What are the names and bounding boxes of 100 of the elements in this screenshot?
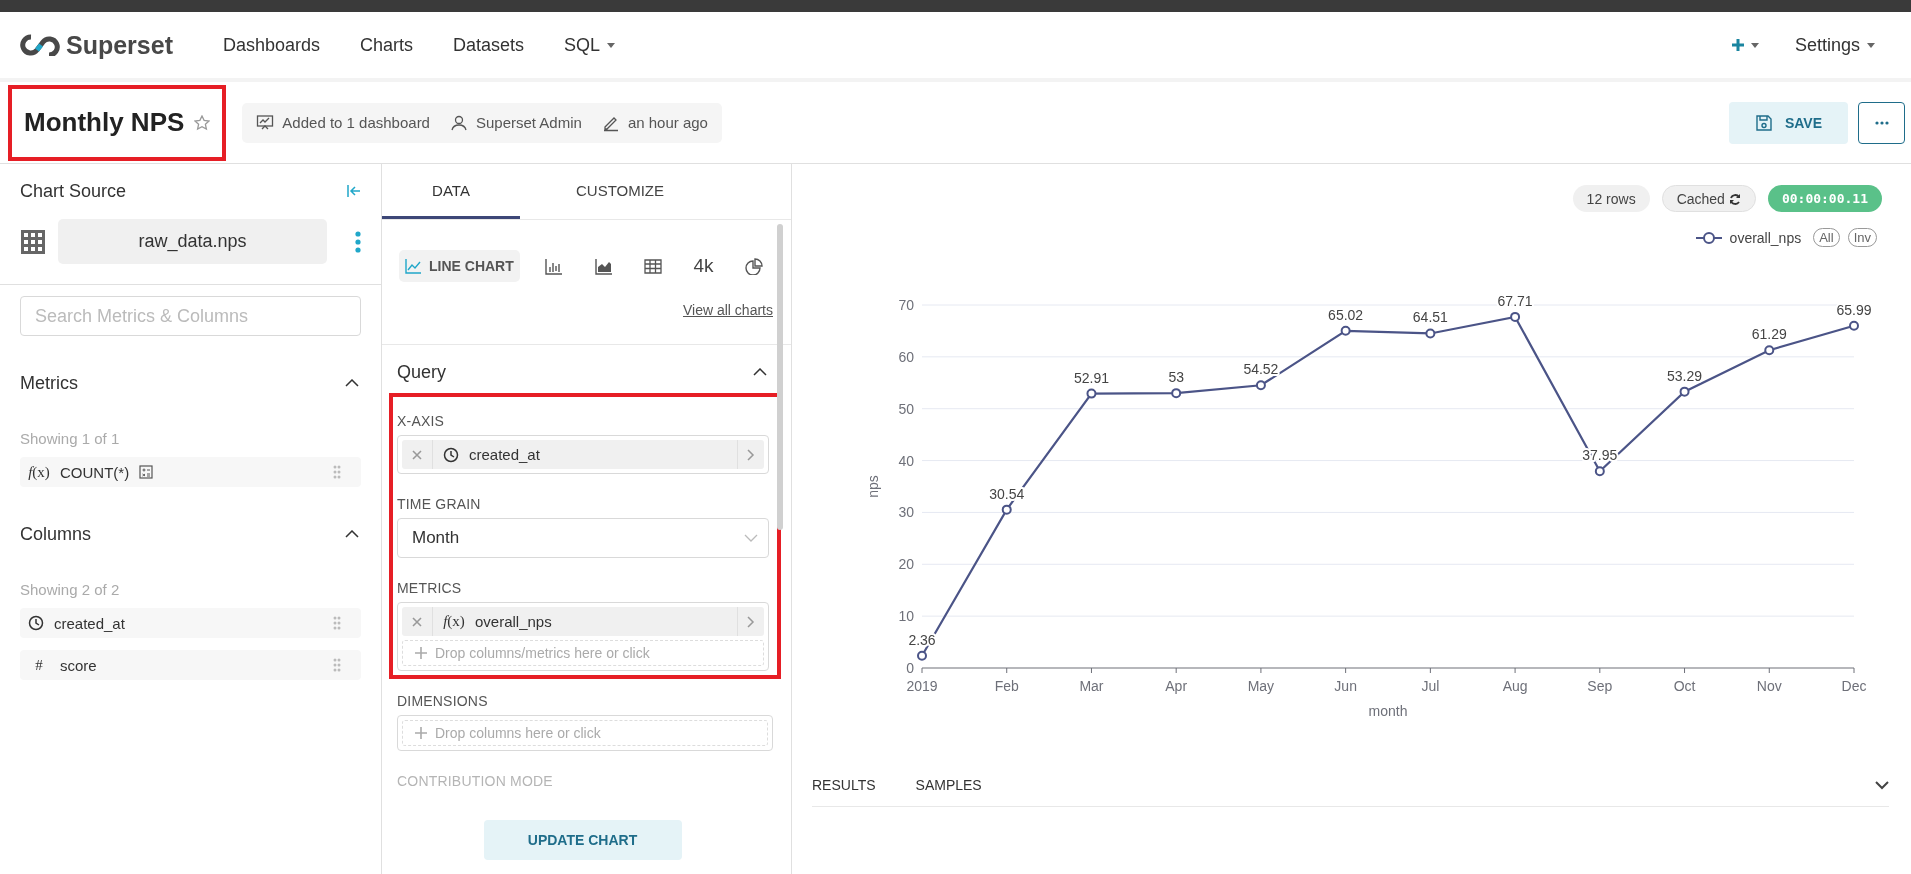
column-item[interactable]: # score — [20, 650, 361, 680]
data-point[interactable] — [1340, 325, 1351, 336]
nav-link[interactable]: SQL — [564, 34, 616, 56]
kebab-menu-icon[interactable] — [355, 230, 361, 253]
table-icon — [644, 257, 663, 275]
area-chart-icon — [594, 257, 613, 275]
type-symbol: # — [34, 656, 44, 674]
logo-icon — [20, 34, 60, 56]
star-icon[interactable] — [194, 114, 211, 131]
axis-tick-label: Oct — [1673, 678, 1696, 694]
clock-icon — [28, 615, 44, 631]
refresh-icon — [1728, 192, 1741, 205]
axis-title: month — [1368, 703, 1408, 719]
item-count: Showing 2 of 2 — [20, 581, 121, 598]
dashboard-icon — [256, 113, 275, 132]
legend-button[interactable]: Inv — [1847, 228, 1877, 247]
chevron-down-icon — [744, 534, 758, 542]
data-label: 61.29 — [1751, 326, 1787, 343]
value-label: overall_nps — [475, 613, 552, 630]
data-label: 65.99 — [1836, 301, 1872, 318]
panel-title: Chart Source — [20, 180, 127, 203]
drag-handle-icon[interactable] — [333, 616, 341, 630]
save-button[interactable]: SAVE — [1728, 101, 1848, 144]
drag-handle-icon[interactable] — [333, 658, 341, 672]
data-point[interactable] — [1764, 345, 1775, 356]
legend-label[interactable]: overall_nps — [1729, 229, 1802, 246]
data-label: 65.02 — [1328, 306, 1364, 323]
data-label: 53 — [1168, 369, 1184, 386]
axis-tick-label: 40 — [898, 452, 914, 469]
data-point[interactable] — [1510, 311, 1521, 322]
data-label: 67.71 — [1497, 292, 1533, 309]
control-label: DIMENSIONS — [397, 693, 489, 709]
data-point[interactable] — [1425, 328, 1436, 339]
axis-tick-label: Aug — [1502, 678, 1528, 694]
scrollbar[interactable] — [777, 224, 783, 530]
type-symbol: f(x) — [28, 463, 50, 481]
control-label: METRICS — [397, 580, 463, 596]
drag-handle-icon[interactable] — [333, 465, 341, 479]
more-button[interactable] — [1858, 101, 1905, 144]
collapse-icon[interactable] — [345, 530, 359, 538]
section-title[interactable]: Query — [397, 361, 447, 383]
data-point[interactable] — [1171, 388, 1182, 399]
control-label: X-AXIS — [397, 413, 446, 429]
item-count: Showing 1 of 1 — [20, 430, 121, 447]
tab[interactable]: RESULTS — [812, 765, 876, 806]
axis-tick-label: Dec — [1841, 678, 1867, 694]
table-icon — [20, 228, 46, 255]
ellipsis-icon — [1874, 120, 1889, 125]
nav-link[interactable]: Datasets — [453, 34, 525, 56]
data-point[interactable] — [1001, 504, 1012, 515]
axis-tick-label: May — [1247, 678, 1275, 694]
data-point[interactable] — [1086, 388, 1097, 399]
data-label: 64.51 — [1412, 309, 1448, 326]
control-label: TIME GRAIN — [397, 496, 482, 512]
drop-zone[interactable]: f(x) overall_nps Drop columns/metrics here or click — [397, 602, 769, 671]
brand-name[interactable]: Superset — [66, 30, 173, 60]
tab[interactable]: SAMPLES — [915, 765, 982, 806]
axis-tick-label: 20 — [898, 556, 914, 573]
collapse-icon[interactable] — [753, 368, 767, 376]
plus-icon — [1730, 38, 1745, 52]
chart-title[interactable]: Monthly NPS — [24, 107, 185, 138]
pie-chart-icon — [744, 257, 763, 275]
axis-tick-label: Jul — [1421, 678, 1440, 694]
data-label: 52.91 — [1073, 369, 1109, 386]
tab[interactable]: CUSTOMIZE — [520, 164, 720, 219]
data-point[interactable] — [917, 650, 927, 661]
axis-title: nps — [865, 475, 881, 498]
data-point[interactable] — [1679, 386, 1690, 397]
collapse-panel-icon[interactable] — [347, 185, 361, 197]
column-item[interactable]: f(x) COUNT(*) — [20, 457, 361, 487]
tab[interactable]: DATA — [382, 164, 520, 219]
metadata-text: an hour ago — [627, 114, 708, 131]
column-item[interactable]: created_at — [20, 608, 361, 638]
type-symbol: f(x) — [443, 613, 465, 630]
value-label: created_at — [469, 446, 540, 463]
data-point[interactable] — [1255, 380, 1266, 391]
view-all-link[interactable]: View all charts — [683, 302, 773, 318]
dataset-name[interactable]: raw_data.nps — [58, 219, 327, 264]
time-grain-select[interactable]: Month — [397, 518, 769, 558]
nav-link[interactable]: Charts — [360, 34, 414, 56]
data-point[interactable] — [1594, 466, 1605, 477]
chart-type-button[interactable]: LINE CHART — [399, 250, 520, 282]
axis-tick-label: Jun — [1334, 678, 1357, 694]
axis-tick-label: 70 — [898, 297, 914, 313]
chart-type-button[interactable]: 4k — [687, 250, 720, 282]
section-title: Columns — [20, 523, 92, 545]
axis-tick-label: 0 — [906, 660, 914, 676]
legend-button[interactable]: All — [1813, 228, 1840, 247]
section-title: Metrics — [20, 372, 78, 394]
collapse-icon[interactable] — [345, 379, 359, 387]
search-field[interactable]: Search Metrics & Columns — [20, 296, 361, 336]
legend-line-icon — [1695, 230, 1722, 245]
update-chart-button[interactable]: UPDATE CHART — [483, 820, 682, 860]
settings-menu[interactable]: Settings — [1794, 34, 1875, 56]
metadata-text: Superset Admin — [475, 114, 582, 131]
chevron-down-icon[interactable] — [1875, 781, 1889, 790]
nav-link[interactable]: Dashboards — [223, 34, 321, 56]
data-point[interactable] — [1849, 320, 1859, 331]
axis-tick-label: 60 — [898, 348, 914, 365]
status-badge: 12 rows — [1572, 185, 1650, 212]
